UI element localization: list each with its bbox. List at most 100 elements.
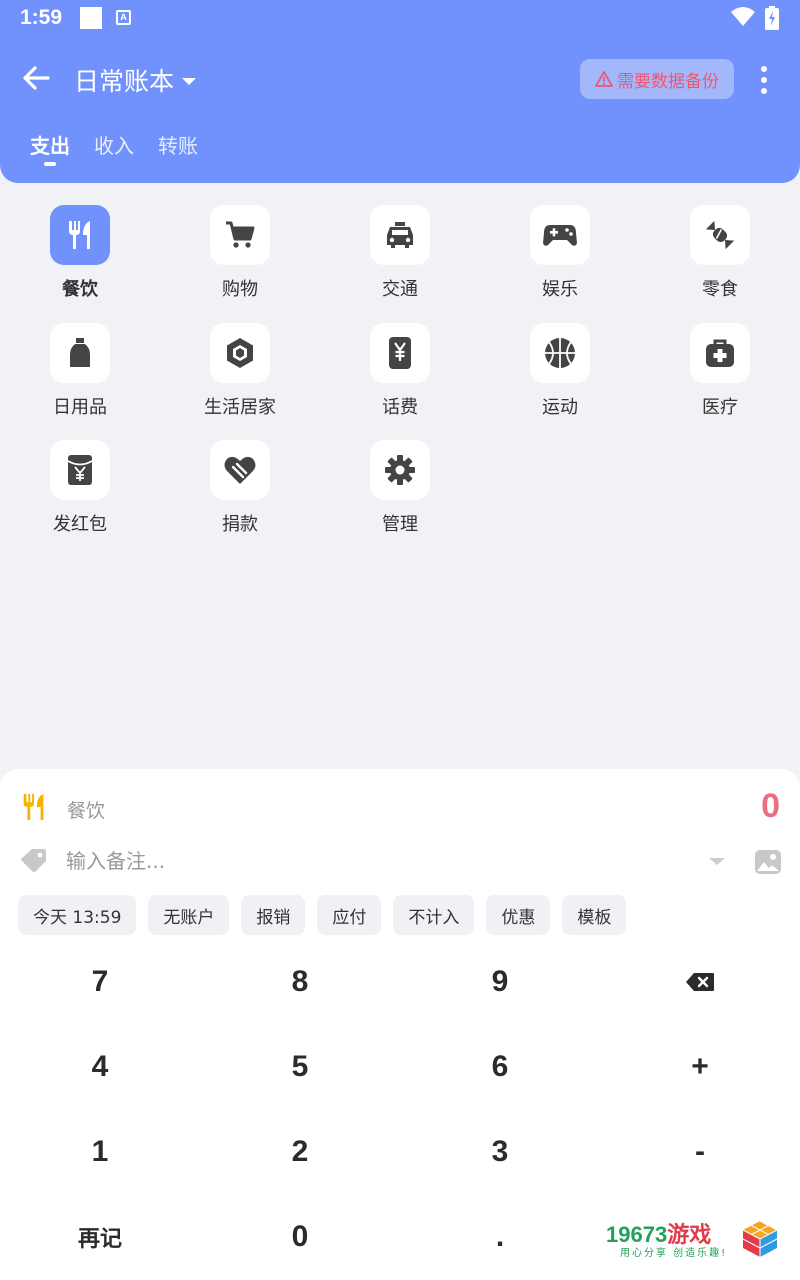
tab-income[interactable]: 收入 bbox=[94, 130, 134, 159]
key-dot[interactable]: . bbox=[400, 1194, 600, 1279]
category-food[interactable]: 餐饮 bbox=[0, 205, 160, 315]
record-again-button[interactable]: 再记 bbox=[0, 1194, 200, 1279]
status-bar: 1:59 A bbox=[0, 0, 800, 38]
dot-icon bbox=[761, 77, 767, 83]
phone-yen-icon bbox=[389, 337, 411, 369]
dot-icon bbox=[761, 88, 767, 94]
tab-expense[interactable]: 支出 bbox=[30, 130, 70, 166]
date-chip[interactable]: 今天 13:59 bbox=[18, 895, 137, 935]
watermark-slogan: 用心分享 创造乐趣! bbox=[620, 1248, 728, 1259]
category-label: 发红包 bbox=[53, 514, 107, 535]
category-manage[interactable]: 管理 bbox=[320, 440, 480, 550]
key-8[interactable]: 8 bbox=[200, 939, 400, 1024]
image-attach-icon[interactable] bbox=[754, 849, 782, 875]
exclude-chip[interactable]: 不计入 bbox=[393, 895, 475, 935]
status-time: 1:59 bbox=[20, 6, 63, 29]
heart-hand-icon bbox=[224, 456, 256, 484]
category-icon-box bbox=[50, 205, 110, 265]
category-shopping[interactable]: 购物 bbox=[160, 205, 320, 315]
more-menu-button[interactable] bbox=[752, 62, 776, 98]
key-plus[interactable]: + bbox=[600, 1024, 800, 1109]
category-icon-box bbox=[690, 205, 750, 265]
key-backspace[interactable] bbox=[600, 939, 800, 1024]
category-daily-goods[interactable]: 日用品 bbox=[0, 323, 160, 433]
gear-icon bbox=[385, 455, 415, 485]
candy-icon bbox=[705, 220, 735, 250]
key-4[interactable]: 4 bbox=[0, 1024, 200, 1109]
note-dropdown-caret-icon[interactable] bbox=[709, 858, 725, 865]
category-icon-box bbox=[530, 205, 590, 265]
discount-chip[interactable]: 优惠 bbox=[486, 895, 551, 935]
utensils-icon bbox=[69, 221, 90, 249]
category-red-envelope[interactable]: 发红包 bbox=[0, 440, 160, 550]
category-icon-box bbox=[690, 323, 750, 383]
category-icon-box bbox=[210, 323, 270, 383]
backup-warning-button[interactable]: 需要数据备份 bbox=[580, 59, 734, 99]
category-sports[interactable]: 运动 bbox=[480, 323, 640, 433]
arrow-left-icon bbox=[23, 66, 50, 90]
backspace-icon bbox=[686, 972, 714, 991]
note-input[interactable] bbox=[66, 843, 666, 879]
category-home-living[interactable]: 生活居家 bbox=[160, 323, 320, 433]
watermark-cube-logo bbox=[742, 1220, 778, 1257]
book-selector[interactable]: 日常账本 bbox=[74, 62, 197, 98]
medkit-icon bbox=[706, 339, 734, 367]
cube-icon bbox=[227, 338, 253, 368]
back-button[interactable] bbox=[18, 60, 54, 96]
entry-panel: 餐饮 0 今天 13:59 无账户 报销 应付 不计入 优惠 模板 7 8 9 … bbox=[0, 769, 800, 1280]
category-label: 捐款 bbox=[222, 514, 258, 535]
category-entertainment[interactable]: 娱乐 bbox=[480, 205, 640, 315]
category-label: 管理 bbox=[382, 514, 418, 535]
category-transport[interactable]: 交通 bbox=[320, 205, 480, 315]
amount-display: 0 bbox=[761, 787, 780, 825]
category-donation[interactable]: 捐款 bbox=[160, 440, 320, 550]
account-chip[interactable]: 无账户 bbox=[148, 895, 230, 935]
category-icon-box bbox=[210, 205, 270, 265]
category-icon-box bbox=[50, 440, 110, 500]
category-label: 购物 bbox=[222, 279, 258, 300]
wifi-icon bbox=[731, 7, 755, 26]
category-icon-box bbox=[50, 323, 110, 383]
key-2[interactable]: 2 bbox=[200, 1109, 400, 1194]
warning-icon bbox=[595, 71, 613, 87]
selected-category-utensils-icon bbox=[23, 793, 44, 821]
status-a-icon: A bbox=[116, 10, 131, 25]
notification-square-icon bbox=[80, 7, 102, 29]
watermark: 19673游戏 用心分享 创造乐趣! bbox=[606, 1217, 786, 1261]
category-label: 零食 bbox=[702, 279, 738, 300]
key-9[interactable]: 9 bbox=[400, 939, 600, 1024]
option-chips: 今天 13:59 无账户 报销 应付 不计入 优惠 模板 bbox=[18, 895, 627, 935]
category-phone-bill[interactable]: 话费 bbox=[320, 323, 480, 433]
category-medical[interactable]: 医疗 bbox=[640, 323, 800, 433]
category-label: 交通 bbox=[382, 279, 418, 300]
tag-icon bbox=[21, 849, 46, 872]
category-label: 话费 bbox=[382, 397, 418, 418]
key-5[interactable]: 5 bbox=[200, 1024, 400, 1109]
key-0[interactable]: 0 bbox=[200, 1194, 400, 1279]
app-header: 1:59 A 日常账本 需要数据备份 支出 收入 转账 bbox=[0, 0, 800, 183]
caret-down-icon bbox=[182, 77, 197, 85]
type-tabs: 支出 收入 转账 bbox=[30, 130, 198, 166]
selected-category-label: 餐饮 bbox=[67, 800, 106, 822]
category-icon-box bbox=[370, 323, 430, 383]
category-snacks[interactable]: 零食 bbox=[640, 205, 800, 315]
category-icon-box bbox=[370, 205, 430, 265]
reimburse-chip[interactable]: 报销 bbox=[241, 895, 306, 935]
book-title: 日常账本 bbox=[74, 67, 175, 96]
key-6[interactable]: 6 bbox=[400, 1024, 600, 1109]
category-label: 餐饮 bbox=[62, 279, 98, 300]
category-icon-box bbox=[530, 323, 590, 383]
key-1[interactable]: 1 bbox=[0, 1109, 200, 1194]
car-icon bbox=[387, 222, 413, 248]
category-icon-box bbox=[370, 440, 430, 500]
key-7[interactable]: 7 bbox=[0, 939, 200, 1024]
template-chip[interactable]: 模板 bbox=[562, 895, 627, 935]
key-3[interactable]: 3 bbox=[400, 1109, 600, 1194]
tab-transfer[interactable]: 转账 bbox=[158, 130, 198, 159]
key-minus[interactable]: - bbox=[600, 1109, 800, 1194]
category-label: 娱乐 bbox=[542, 279, 578, 300]
payable-chip[interactable]: 应付 bbox=[317, 895, 382, 935]
category-label: 日用品 bbox=[53, 397, 107, 418]
category-label: 医疗 bbox=[702, 397, 738, 418]
backup-label: 需要数据备份 bbox=[617, 71, 719, 92]
